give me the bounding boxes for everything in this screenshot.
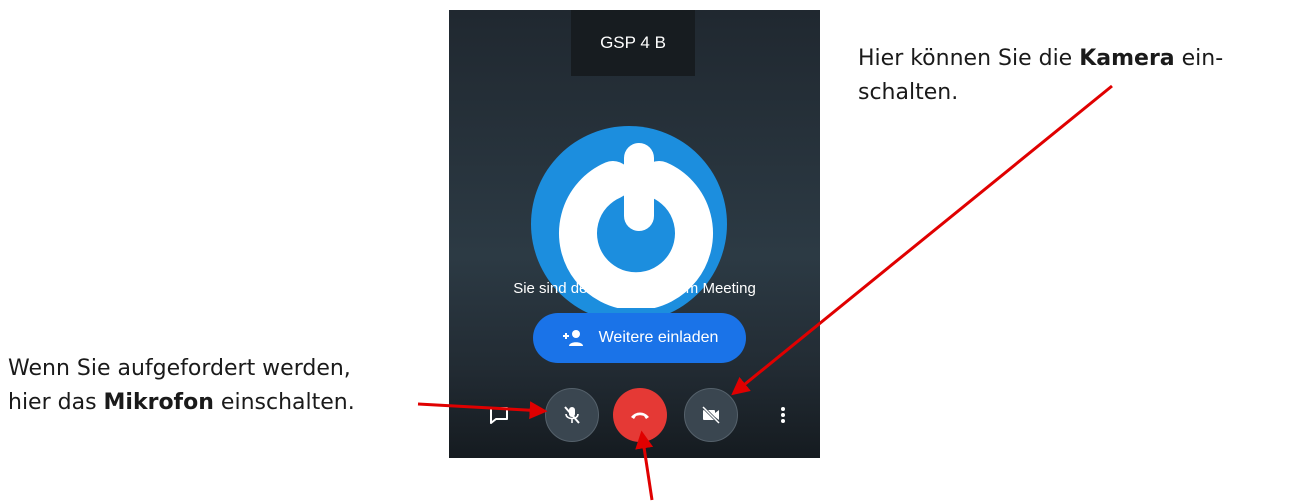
mic-toggle-button[interactable] [545, 388, 599, 442]
meeting-title: GSP 4 B [571, 10, 695, 76]
annotation-mic-bold: Mikrofon [103, 390, 214, 415]
invite-button[interactable]: Weitere einladen [533, 313, 746, 363]
annotation-camera-line2: schalten. [858, 80, 959, 105]
camera-toggle-button[interactable] [684, 388, 738, 442]
call-controls [449, 388, 820, 444]
annotation-camera-prefix: Hier können Sie die [858, 46, 1080, 71]
meeting-screen: GSP 4 B Sie sind der erste in diesem Mee… [449, 10, 820, 458]
chat-button[interactable] [487, 403, 511, 427]
camera-off-icon [701, 405, 721, 425]
mic-off-icon [564, 406, 580, 424]
person-add-icon [562, 330, 583, 346]
annotation-mic-prefix: hier das [8, 390, 104, 415]
annotation-mic-line1: Wenn Sie aufgefordert werden, [8, 356, 351, 381]
annotation-camera-suffix: ein- [1174, 46, 1224, 71]
meeting-status-text: Sie sind der erste in diesem Meeting [513, 280, 756, 297]
more-vert-icon [781, 407, 785, 423]
invite-label: Weitere einladen [598, 329, 719, 346]
more-options-button[interactable] [771, 403, 795, 427]
annotation-camera: Hier können Sie die Kamera ein- schalten… [858, 42, 1258, 110]
annotation-mic-suffix: einschalten. [213, 390, 355, 415]
annotation-mic: Wenn Sie aufgefordert werden, hier das M… [8, 352, 468, 420]
call-end-icon [631, 412, 649, 419]
chat-icon [490, 407, 508, 424]
annotation-camera-bold: Kamera [1079, 46, 1175, 71]
hang-up-button[interactable] [613, 388, 667, 442]
